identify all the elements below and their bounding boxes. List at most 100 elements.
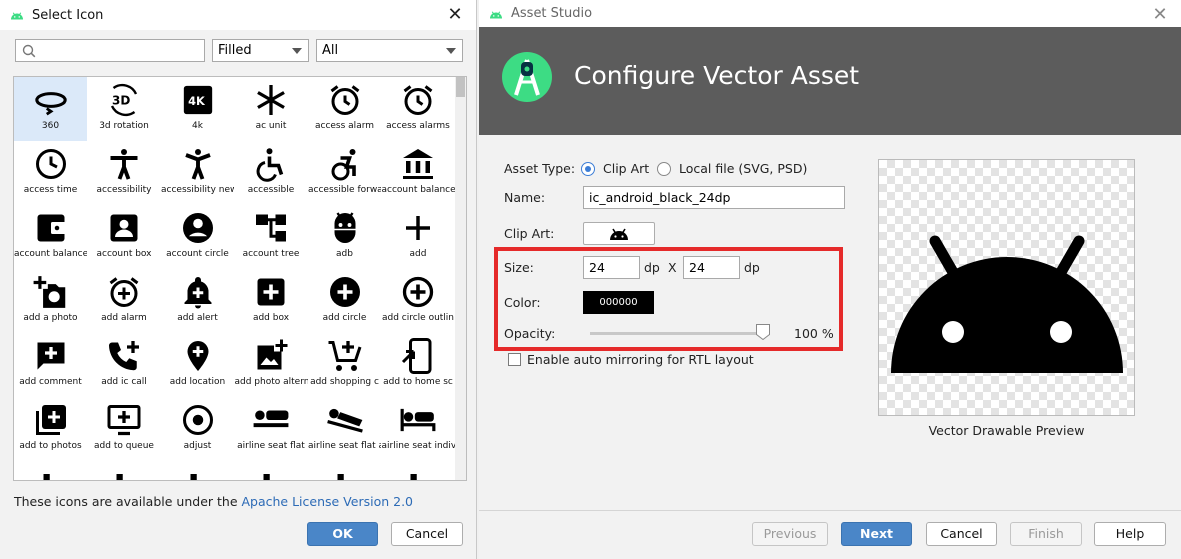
search-icon [22, 44, 36, 58]
opacity-slider-thumb[interactable] [756, 324, 770, 340]
3d-rotation-icon: 3D [88, 81, 161, 119]
finish-button[interactable]: Finish [1010, 522, 1082, 546]
local-file-radio[interactable] [657, 162, 671, 176]
icon-cell-adb[interactable]: adb [308, 205, 381, 269]
icon-cell-add-box[interactable]: add box [235, 269, 308, 333]
icon-cell-add-photo-alternate[interactable]: add photo altern [235, 333, 308, 397]
icon-label: account tree [242, 249, 300, 259]
icon-cell-airline-seat-individual-suite[interactable]: airline seat indiv [382, 397, 455, 461]
icon-cell-airline-seat-flat[interactable]: airline seat flat [235, 397, 308, 461]
add-to-home-screen-icon [382, 337, 455, 375]
opacity-slider[interactable] [590, 332, 770, 335]
icon-cell-airline-seat-legroom-normal[interactable] [88, 461, 161, 480]
icon-label: accessibility new [161, 185, 234, 195]
icon-cell-access-alarm[interactable]: access alarm [308, 77, 381, 141]
icon-cell-add-location[interactable]: add location [161, 333, 234, 397]
icon-cell-airline-seat-legroom-extra[interactable] [14, 461, 87, 480]
icon-cell-add-comment[interactable]: add comment [14, 333, 87, 397]
icon-cell-4k[interactable]: 4K 4k [161, 77, 234, 141]
add-circle-outline-icon [382, 273, 455, 311]
icon-cell-add-alarm[interactable]: add alarm [88, 269, 161, 333]
icon-label: add photo altern [234, 377, 308, 387]
icon-cell-account-balance[interactable]: account balance [382, 141, 455, 205]
color-swatch[interactable]: 000000 [583, 291, 654, 314]
select-icon-titlebar: Select Icon ✕ [0, 0, 476, 30]
icon-cell-access-alarms[interactable]: access alarms [382, 77, 455, 141]
rtl-checkbox[interactable] [508, 353, 521, 366]
icon-cell-add-circle-outline[interactable]: add circle outlin [382, 269, 455, 333]
adjust-icon [161, 401, 234, 439]
previous-button[interactable]: Previous [752, 522, 828, 546]
clip-art-button[interactable] [583, 222, 655, 245]
next-button[interactable]: Next [841, 522, 912, 546]
icon-cell-add-to-queue[interactable]: add to queue [88, 397, 161, 461]
icon-cell-add-ic-call[interactable]: add ic call [88, 333, 161, 397]
vector-preview [878, 159, 1135, 416]
icon-cell-accessible-forward[interactable]: accessible forwa [308, 141, 381, 205]
icon-cell-airline-seat-flat-angled[interactable]: airline seat flat a [308, 397, 381, 461]
icon-cell-add-a-photo[interactable]: add a photo [14, 269, 87, 333]
icon-cell-airline-seat-recline-normal[interactable] [308, 461, 381, 480]
icon-cell-3d-rotation[interactable]: 3D 3d rotation [88, 77, 161, 141]
category-dropdown-value: All [322, 43, 339, 58]
height-unit: dp [744, 260, 760, 275]
airplanemode-active-icon [382, 465, 455, 480]
close-icon[interactable]: ✕ [444, 4, 466, 26]
adb-icon [308, 209, 381, 247]
clip-art-radio[interactable] [581, 162, 595, 176]
icon-cell-airline-seat-legroom-reduced[interactable] [161, 461, 234, 480]
icon-cell-add-shopping-cart[interactable]: add shopping c [308, 333, 381, 397]
add-to-queue-icon [88, 401, 161, 439]
cancel-button[interactable]: Cancel [926, 522, 997, 546]
airline-seat-recline-extra-icon [235, 465, 308, 480]
dialog-title: Select Icon [32, 7, 104, 23]
icon-cell-accessibility-new[interactable]: accessibility new [161, 141, 234, 205]
icon-label: account circle [166, 249, 229, 259]
icon-cell-adjust[interactable]: adjust [161, 397, 234, 461]
width-field[interactable]: 24 [583, 256, 640, 279]
icon-cell-account-circle[interactable]: account circle [161, 205, 234, 269]
category-dropdown[interactable]: All [316, 39, 463, 62]
icon-cell-account-balance-wallet[interactable]: account balance [14, 205, 87, 269]
wizard-title: Configure Vector Asset [574, 61, 860, 90]
icon-cell-add-alert[interactable]: add alert [161, 269, 234, 333]
icon-search-input[interactable] [15, 39, 205, 62]
close-icon[interactable]: ✕ [1149, 4, 1171, 26]
scrollbar-thumb[interactable] [456, 77, 465, 97]
icon-cell-airplanemode-active[interactable] [382, 461, 455, 480]
icon-label: add shopping c [310, 377, 379, 387]
clip-art-radio-label[interactable]: Clip Art [603, 161, 649, 176]
icon-cell-add[interactable]: add [382, 205, 455, 269]
icon-cell-360[interactable]: 360 [14, 77, 87, 141]
account-balance-icon [382, 145, 455, 183]
icon-cell-add-to-home-screen[interactable]: add to home sc [382, 333, 455, 397]
icon-cell-accessible[interactable]: accessible [235, 141, 308, 205]
cancel-button[interactable]: Cancel [391, 522, 463, 546]
license-link[interactable]: Apache License Version 2.0 [241, 494, 413, 509]
icon-cell-airline-seat-recline-extra[interactable] [235, 461, 308, 480]
window-title: Asset Studio [511, 6, 593, 21]
rtl-checkbox-label[interactable]: Enable auto mirroring for RTL layout [527, 352, 754, 367]
icon-cell-account-tree[interactable]: account tree [235, 205, 308, 269]
icon-cell-account-box[interactable]: account box [88, 205, 161, 269]
license-text: These icons are available under the [14, 494, 242, 509]
icon-cell-access-time[interactable]: access time [14, 141, 87, 205]
icon-cell-add-circle[interactable]: add circle [308, 269, 381, 333]
name-field[interactable]: ic_android_black_24dp [583, 186, 845, 209]
height-field[interactable]: 24 [683, 256, 740, 279]
icon-cell-ac-unit[interactable]: ac unit [235, 77, 308, 141]
ok-button[interactable]: OK [307, 522, 378, 546]
local-file-radio-label[interactable]: Local file (SVG, PSD) [679, 161, 807, 176]
icon-label: add box [252, 313, 290, 323]
add-location-icon [161, 337, 234, 375]
chevron-down-icon [446, 48, 456, 54]
ac-unit-icon [235, 81, 308, 119]
add-to-photos-icon [14, 401, 87, 439]
size-separator: X [668, 260, 677, 275]
icon-cell-accessibility[interactable]: accessibility [88, 141, 161, 205]
style-dropdown[interactable]: Filled [212, 39, 309, 62]
icon-cell-add-to-photos[interactable]: add to photos [14, 397, 87, 461]
name-label: Name: [504, 190, 546, 205]
icon-grid-scrollbar[interactable] [455, 77, 466, 480]
help-button[interactable]: Help [1094, 522, 1166, 546]
